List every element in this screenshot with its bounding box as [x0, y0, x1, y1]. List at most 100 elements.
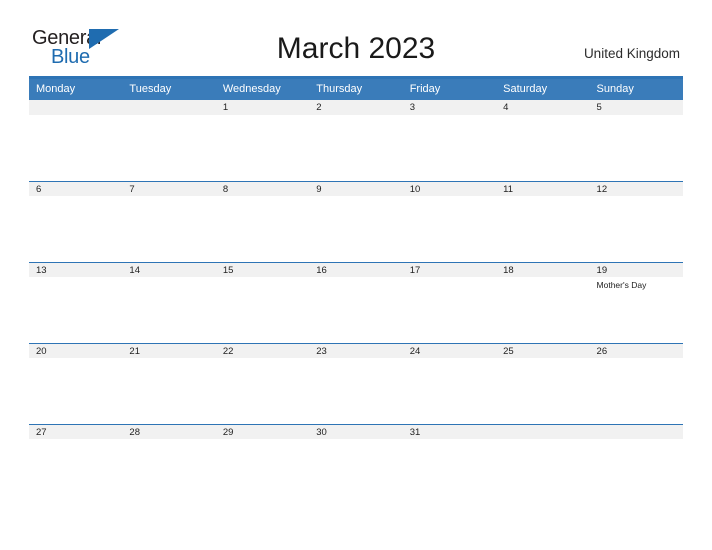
day-number: 17 [402, 262, 497, 277]
calendar-day-cell[interactable]: 12 [589, 181, 683, 262]
calendar-day-cell[interactable]: 25 [496, 343, 590, 424]
calendar-day-cell[interactable] [589, 424, 683, 505]
calendar-day-cell[interactable]: 6 [29, 181, 123, 262]
calendar-day-cell[interactable] [29, 100, 123, 181]
weekday-header-tuesday: Tuesday [122, 79, 216, 100]
calendar-day-cell[interactable]: 8 [215, 181, 310, 262]
calendar-day-cell[interactable] [496, 424, 590, 505]
calendar-day-cell[interactable]: 2 [309, 100, 403, 181]
day-cell-content: 16 [309, 262, 403, 343]
calendar-week-row: 6 7 8 9 10 11 12 [29, 181, 683, 262]
day-cell-content: 5 [589, 100, 683, 181]
calendar-day-cell[interactable]: 24 [402, 343, 497, 424]
day-events [216, 115, 309, 118]
day-cell-content: 2 [309, 100, 403, 181]
day-number: 26 [589, 343, 683, 358]
day-cell-content: 24 [402, 343, 497, 424]
calendar-day-cell[interactable]: 3 [402, 100, 497, 181]
page-header: General Blue March 2023 United Kingdom [0, 0, 712, 67]
day-number: 29 [215, 424, 310, 439]
day-cell-content: 4 [496, 100, 590, 181]
day-number: 13 [29, 262, 123, 277]
day-number: 11 [496, 181, 590, 196]
day-cell-content: 23 [309, 343, 403, 424]
day-cell-content: 6 [29, 181, 123, 262]
calendar-day-cell[interactable]: 13 [29, 262, 123, 343]
calendar-day-cell[interactable]: 30 [309, 424, 403, 505]
calendar-day-cell[interactable]: 7 [122, 181, 216, 262]
day-cell-content [496, 424, 590, 505]
calendar-day-cell[interactable]: 23 [309, 343, 403, 424]
day-cell-content: 9 [309, 181, 403, 262]
day-number: 6 [29, 181, 123, 196]
calendar-day-cell[interactable]: 11 [496, 181, 590, 262]
weekday-header-wednesday: Wednesday [215, 79, 310, 100]
day-number: 3 [402, 100, 497, 115]
calendar-day-cell[interactable]: 19 Mother's Day [589, 262, 683, 343]
calendar-day-cell[interactable]: 22 [215, 343, 310, 424]
calendar-day-cell[interactable]: 18 [496, 262, 590, 343]
day-number: 22 [215, 343, 310, 358]
calendar-day-cell[interactable]: 14 [122, 262, 216, 343]
day-events [122, 196, 215, 199]
calendar-day-cell[interactable]: 5 [589, 100, 683, 181]
day-number: 10 [402, 181, 497, 196]
day-cell-content: 28 [122, 424, 216, 505]
calendar-day-cell[interactable]: 29 [215, 424, 310, 505]
day-number: 8 [215, 181, 310, 196]
event-label[interactable]: Mother's Day [597, 280, 678, 291]
day-number: 18 [496, 262, 590, 277]
calendar-week-row: 12345 [29, 100, 683, 181]
calendar-day-cell[interactable]: 4 [496, 100, 590, 181]
calendar-day-cell[interactable]: 17 [402, 262, 497, 343]
day-cell-content: 7 [122, 181, 216, 262]
day-cell-content: 12 [589, 181, 683, 262]
day-number: 4 [496, 100, 590, 115]
day-cell-content: 22 [215, 343, 310, 424]
day-cell-content: 30 [309, 424, 403, 505]
calendar-day-cell[interactable]: 20 [29, 343, 123, 424]
calendar-weekday-header-row: Monday Tuesday Wednesday Thursday Friday Satu… [29, 79, 683, 100]
day-events [496, 439, 589, 442]
calendar-day-cell[interactable]: 9 [309, 181, 403, 262]
day-cell-content: 3 [402, 100, 497, 181]
calendar-day-cell[interactable]: 16 [309, 262, 403, 343]
calendar-day-cell[interactable]: 21 [122, 343, 216, 424]
day-events [122, 115, 215, 118]
day-number [122, 100, 216, 115]
weekday-header-monday: Monday [29, 79, 123, 100]
day-number [496, 424, 590, 439]
day-number: 31 [402, 424, 497, 439]
day-number: 12 [589, 181, 683, 196]
day-events [590, 115, 683, 118]
calendar-day-cell[interactable]: 28 [122, 424, 216, 505]
day-number: 14 [122, 262, 216, 277]
calendar-day-cell[interactable]: 10 [402, 181, 497, 262]
calendar-body: 1 2 3 4 5 6 7 8 9 10 11 12 13 14 15 16 17 18 19 Mother's Da… [29, 100, 683, 505]
day-cell-content [122, 100, 216, 181]
calendar-day-cell[interactable]: 1 [215, 100, 310, 181]
day-number: 30 [309, 424, 403, 439]
day-number: 21 [122, 343, 216, 358]
day-number: 16 [309, 262, 403, 277]
day-cell-content: 31 [402, 424, 497, 505]
calendar-day-cell[interactable]: 27 [29, 424, 123, 505]
day-cell-content: 10 [402, 181, 497, 262]
day-cell-content: 18 [496, 262, 590, 343]
calendar-day-cell[interactable]: 26 [589, 343, 683, 424]
day-events [309, 196, 402, 199]
weekday-header-thursday: Thursday [309, 79, 403, 100]
calendar-day-cell[interactable] [122, 100, 216, 181]
day-cell-content [29, 100, 123, 181]
day-cell-content: 8 [215, 181, 310, 262]
day-number: 1 [215, 100, 310, 115]
day-events [29, 196, 122, 199]
calendar-day-cell[interactable]: 31 [402, 424, 497, 505]
day-events [496, 115, 589, 118]
day-cell-content: 15 [215, 262, 310, 343]
day-number [589, 424, 683, 439]
calendar-week-row: 27 28 29 30 31 [29, 424, 683, 505]
day-number: 9 [309, 181, 403, 196]
calendar-day-cell[interactable]: 15 [215, 262, 310, 343]
calendar-page: General Blue March 2023 United Kingdom M… [0, 0, 712, 550]
